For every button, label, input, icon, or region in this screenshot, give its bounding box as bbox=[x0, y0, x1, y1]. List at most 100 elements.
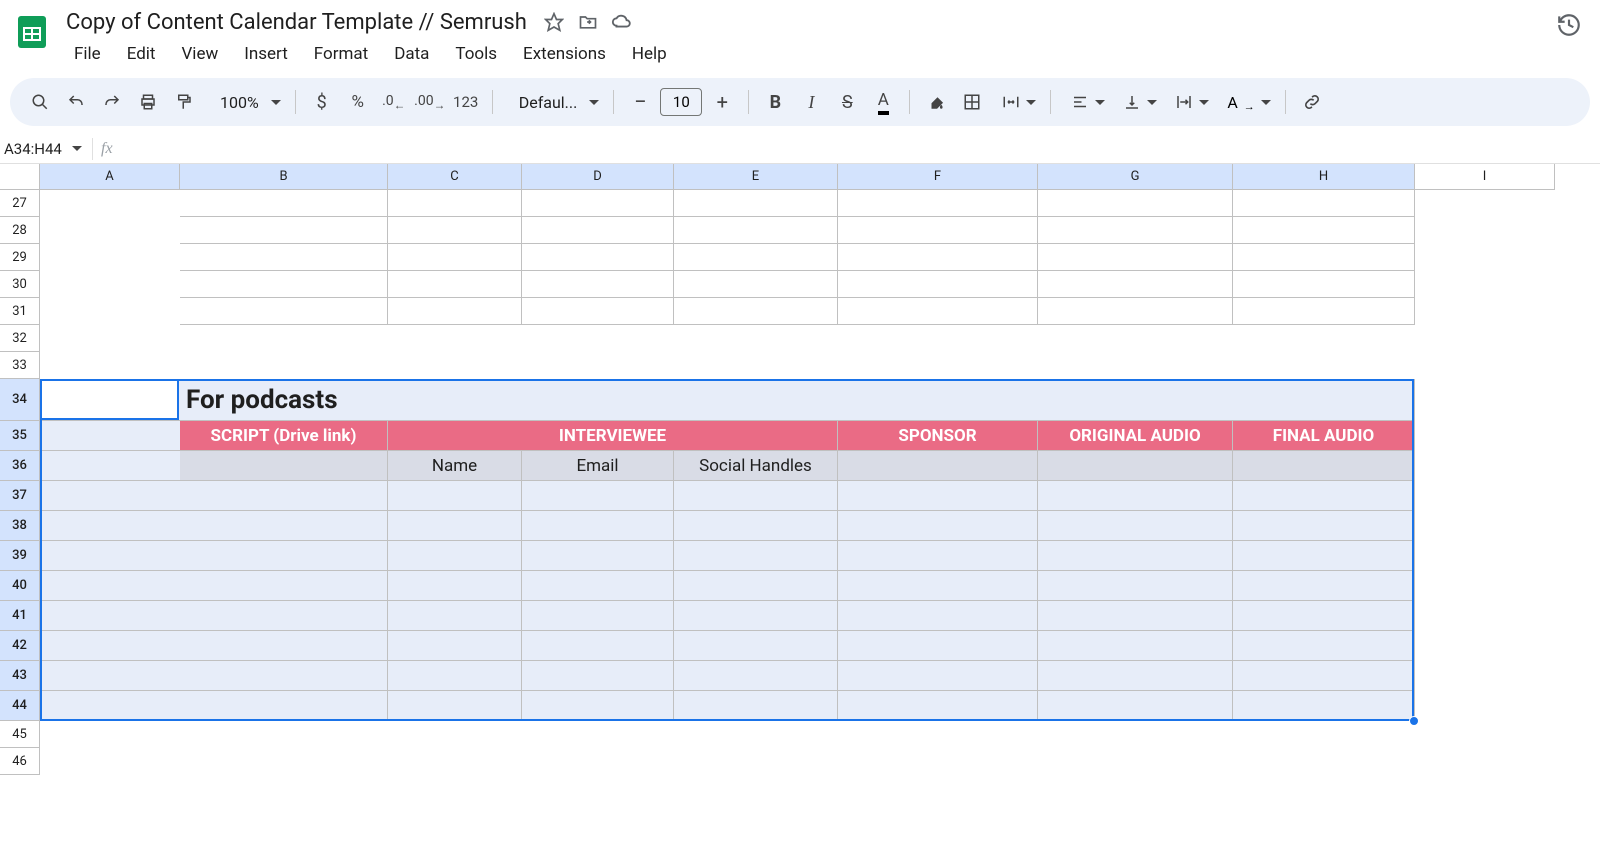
cell[interactable] bbox=[40, 217, 180, 244]
cell[interactable] bbox=[1415, 631, 1555, 661]
cell[interactable] bbox=[1233, 271, 1415, 298]
cell[interactable] bbox=[1415, 571, 1555, 601]
row-header[interactable]: 28 bbox=[0, 217, 40, 244]
cell[interactable] bbox=[838, 325, 1038, 352]
column-header[interactable]: F bbox=[838, 164, 1038, 190]
cell[interactable] bbox=[40, 325, 180, 352]
cell[interactable] bbox=[388, 601, 522, 631]
cell[interactable] bbox=[40, 601, 180, 631]
cell[interactable] bbox=[1038, 721, 1233, 748]
cell[interactable] bbox=[180, 244, 388, 271]
paint-format-icon[interactable] bbox=[168, 86, 200, 118]
menu-insert[interactable]: Insert bbox=[232, 40, 300, 68]
row-header[interactable]: 33 bbox=[0, 352, 40, 379]
podcast-header-final-audio[interactable]: FINAL AUDIO bbox=[1233, 421, 1415, 451]
print-icon[interactable] bbox=[132, 86, 164, 118]
cell[interactable] bbox=[522, 601, 674, 631]
star-icon[interactable] bbox=[543, 11, 565, 33]
cell[interactable] bbox=[674, 748, 838, 775]
cell[interactable] bbox=[180, 661, 388, 691]
menu-format[interactable]: Format bbox=[302, 40, 380, 68]
cell[interactable] bbox=[180, 721, 388, 748]
cell[interactable] bbox=[1415, 661, 1555, 691]
column-header[interactable]: D bbox=[522, 164, 674, 190]
insert-link-icon[interactable] bbox=[1296, 86, 1328, 118]
cell[interactable] bbox=[674, 511, 838, 541]
cell[interactable] bbox=[1038, 298, 1233, 325]
cell[interactable] bbox=[40, 511, 180, 541]
text-wrap-dropdown[interactable] bbox=[1165, 93, 1213, 111]
cell[interactable] bbox=[522, 190, 674, 217]
cell[interactable] bbox=[838, 631, 1038, 661]
cell[interactable] bbox=[180, 748, 388, 775]
cell[interactable] bbox=[180, 325, 388, 352]
cell[interactable] bbox=[522, 325, 674, 352]
cell[interactable] bbox=[1233, 541, 1415, 571]
cell[interactable] bbox=[838, 691, 1038, 721]
cell[interactable] bbox=[674, 661, 838, 691]
cell[interactable] bbox=[40, 451, 180, 481]
cell[interactable] bbox=[1038, 571, 1233, 601]
cell[interactable] bbox=[838, 271, 1038, 298]
cell[interactable] bbox=[1038, 190, 1233, 217]
undo-icon[interactable] bbox=[60, 86, 92, 118]
redo-icon[interactable] bbox=[96, 86, 128, 118]
cell[interactable] bbox=[522, 271, 674, 298]
cell[interactable] bbox=[838, 601, 1038, 631]
cell[interactable] bbox=[1233, 481, 1415, 511]
decrease-font-size-icon[interactable]: − bbox=[624, 86, 656, 118]
cell[interactable] bbox=[674, 352, 838, 379]
cell[interactable] bbox=[1415, 244, 1555, 271]
cell[interactable] bbox=[674, 541, 838, 571]
cell[interactable] bbox=[40, 298, 180, 325]
cell[interactable] bbox=[1233, 451, 1415, 481]
cell[interactable] bbox=[40, 691, 180, 721]
cell[interactable] bbox=[1038, 325, 1233, 352]
cell[interactable] bbox=[674, 244, 838, 271]
cell[interactable] bbox=[1233, 217, 1415, 244]
menu-file[interactable]: File bbox=[62, 40, 113, 68]
cell[interactable] bbox=[1233, 571, 1415, 601]
row-header[interactable]: 29 bbox=[0, 244, 40, 271]
cell[interactable] bbox=[1038, 451, 1233, 481]
cell[interactable] bbox=[1233, 244, 1415, 271]
cell[interactable] bbox=[522, 352, 674, 379]
cell[interactable] bbox=[838, 511, 1038, 541]
cell[interactable] bbox=[388, 691, 522, 721]
cell[interactable] bbox=[1415, 325, 1555, 352]
decrease-decimal-icon[interactable]: .0← bbox=[378, 86, 410, 118]
name-box[interactable]: A34:H44 bbox=[0, 140, 84, 158]
column-header[interactable]: A bbox=[40, 164, 180, 190]
menu-tools[interactable]: Tools bbox=[443, 40, 509, 68]
increase-font-size-icon[interactable]: + bbox=[706, 86, 738, 118]
cell[interactable] bbox=[40, 571, 180, 601]
cell[interactable] bbox=[40, 379, 180, 421]
cell[interactable] bbox=[388, 190, 522, 217]
text-rotation-dropdown[interactable]: A→ bbox=[1217, 93, 1274, 112]
cell[interactable] bbox=[1415, 601, 1555, 631]
cell[interactable] bbox=[1233, 511, 1415, 541]
cell[interactable] bbox=[180, 601, 388, 631]
spreadsheet-grid[interactable]: A B C D E F G H I 27 28 29 30 31 32 33 3… bbox=[0, 164, 1600, 775]
cell[interactable] bbox=[1038, 511, 1233, 541]
row-header[interactable]: 35 bbox=[0, 421, 40, 451]
cell[interactable] bbox=[180, 481, 388, 511]
cell[interactable] bbox=[1038, 691, 1233, 721]
cell[interactable] bbox=[1038, 352, 1233, 379]
cell[interactable] bbox=[40, 352, 180, 379]
cell[interactable] bbox=[838, 481, 1038, 511]
cell[interactable] bbox=[674, 271, 838, 298]
cell[interactable] bbox=[674, 631, 838, 661]
cell[interactable] bbox=[522, 298, 674, 325]
row-header[interactable]: 27 bbox=[0, 190, 40, 217]
borders-icon[interactable] bbox=[956, 86, 988, 118]
cell[interactable] bbox=[1038, 748, 1233, 775]
row-header[interactable]: 44 bbox=[0, 691, 40, 721]
row-header[interactable]: 42 bbox=[0, 631, 40, 661]
cell[interactable] bbox=[838, 217, 1038, 244]
cell[interactable] bbox=[1038, 541, 1233, 571]
bold-icon[interactable]: B bbox=[759, 86, 791, 118]
cell[interactable] bbox=[388, 748, 522, 775]
cell[interactable] bbox=[180, 631, 388, 661]
more-formats-icon[interactable]: 123 bbox=[450, 86, 482, 118]
